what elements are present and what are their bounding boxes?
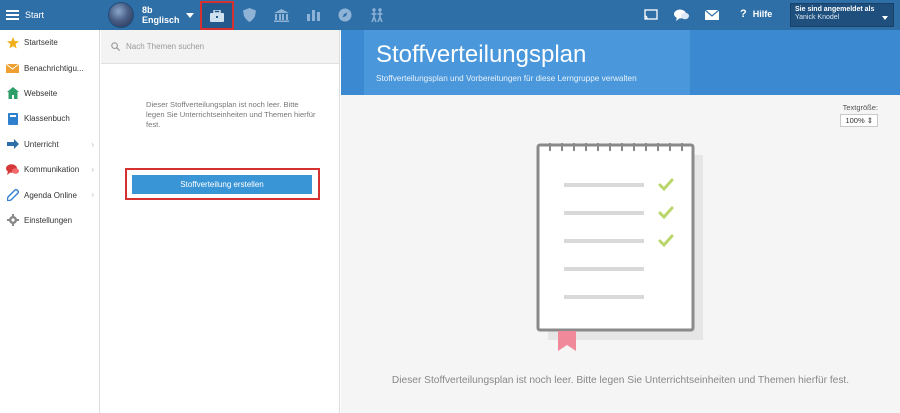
sidebar-item-agenda-online[interactable]: Agenda Online › [0,182,99,207]
sidebar-item-klassenbuch[interactable]: Klassenbuch [0,106,99,131]
group-avatar [108,2,134,28]
user-name: Yanick Knodel [795,14,840,21]
chevron-down-icon [185,12,194,18]
mail-icon[interactable] [703,6,721,24]
group-selector[interactable]: 8b Englisch [108,2,194,28]
start-menu-button[interactable]: Start [0,0,100,30]
sidebar-item-label: Klassenbuch [24,114,70,124]
sidebar-item-unterricht[interactable]: Unterricht › [0,132,99,157]
bookmark-icon [558,331,576,351]
sidebar: Startseite Benachrichtigu... Webseite Kl… [0,30,100,413]
main-content: Stoffverteilungsplan Stoffverteilungspla… [341,30,900,413]
search-input[interactable]: Nach Themen suchen [101,30,339,64]
page-title: Stoffverteilungsplan [376,41,587,68]
signed-in-label: Sie sind angemeldet als [795,6,875,13]
star-icon [6,36,19,49]
page-banner: Stoffverteilungsplan Stoffverteilungspla… [341,30,900,95]
sidebar-item-label: Kommunikation [24,165,80,175]
envelope-icon [6,62,19,75]
people-walking-icon[interactable] [366,4,388,26]
group-subject: Englisch [142,15,180,25]
chevron-right-icon: › [91,164,94,174]
text-size-select[interactable]: 100% ⇕ [840,114,878,127]
empty-plan-message: Dieser Stoffverteilungsplan ist noch lee… [146,100,316,129]
house-icon [6,87,19,100]
compass-icon[interactable] [334,4,356,26]
building-icon[interactable] [270,4,292,26]
text-size-control: Textgröße: 100% ⇕ [840,103,878,127]
text-size-value: 100% [845,116,865,125]
sidebar-item-webseite[interactable]: Webseite [0,81,99,106]
gear-icon [6,214,19,227]
sidebar-item-label: Einstellungen [24,215,73,225]
sidebar-item-startseite[interactable]: Startseite [0,30,99,55]
topics-panel: Nach Themen suchen Dieser Stoffverteilun… [101,30,340,413]
arrow-icon [6,138,19,151]
chevron-right-icon: › [91,190,94,200]
screen-cast-icon[interactable] [642,6,660,24]
sidebar-item-label: Unterricht [24,139,59,149]
chevron-right-icon: › [91,139,94,149]
question-icon: ? [740,8,747,20]
bar-chart-icon[interactable] [302,4,324,26]
chat-icon [6,163,19,176]
pen-icon [6,189,19,202]
empty-plan-hint: Dieser Stoffverteilungsplan ist noch lee… [391,375,850,386]
search-icon [111,42,120,51]
group-name: 8b Englisch [142,5,180,25]
sidebar-item-label: Webseite [24,88,58,98]
search-placeholder: Nach Themen suchen [126,42,205,51]
start-label: Start [25,10,45,20]
group-class: 8b [142,5,153,15]
shield-icon[interactable] [238,4,260,26]
sidebar-item-kommunikation[interactable]: Kommunikation › [0,157,99,182]
sidebar-item-label: Agenda Online [24,190,77,200]
create-distribution-button[interactable]: Stoffverteilung erstellen [132,175,312,194]
top-bar: Start 8b Englisch ? Hilfe Sie sind angem… [0,0,900,30]
page-subtitle: Stoffverteilungsplan und Vorbereitungen … [376,74,637,83]
create-button-highlight: Stoffverteilung erstellen [125,168,320,200]
chevron-down-icon [882,16,888,20]
text-size-label: Textgröße: [842,103,878,112]
hamburger-icon [6,10,19,20]
chat-bubbles-icon[interactable] [672,6,690,24]
sidebar-item-benachrichtigungen[interactable]: Benachrichtigu... [0,55,99,80]
briefcase-icon[interactable] [200,1,234,30]
notepad-checklist-illustration [536,143,703,351]
sidebar-item-einstellungen[interactable]: Einstellungen [0,208,99,233]
book-icon [6,112,19,125]
sidebar-item-label: Startseite [24,38,58,48]
help-label: Hilfe [752,9,773,19]
sidebar-item-label: Benachrichtigu... [24,63,84,73]
user-menu[interactable]: Sie sind angemeldet als Yanick Knodel [790,3,894,27]
help-button[interactable]: ? Hilfe [740,8,772,20]
